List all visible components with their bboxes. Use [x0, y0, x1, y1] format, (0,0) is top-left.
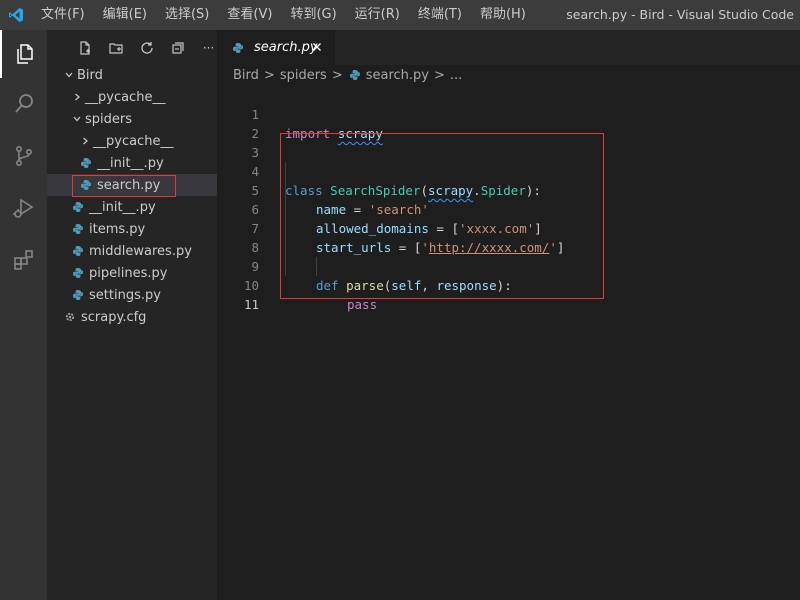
close-icon[interactable] [309, 39, 325, 55]
tab-label: search.py [254, 40, 318, 55]
breadcrumb-item-spiders[interactable]: spiders [280, 68, 327, 83]
menu-terminal[interactable]: 终端(T) [409, 0, 471, 30]
code-line: 1 import scrapy [217, 86, 800, 141]
breadcrumb-item-bird[interactable]: Bird [233, 68, 259, 83]
menu-edit[interactable]: 编辑(E) [94, 0, 156, 30]
breadcrumb-separator: > [434, 67, 445, 83]
menu-go[interactable]: 转到(G) [281, 0, 345, 30]
tree-label: settings.py [89, 287, 161, 303]
editor-tab-bar: search.py [217, 30, 800, 65]
tree-file-items[interactable]: items.py [47, 218, 217, 240]
menu-bar: 文件(F) 编辑(E) 选择(S) 查看(V) 转到(G) 运行(R) 终端(T… [32, 0, 535, 30]
breadcrumb: Bird > spiders > search.py > ... [233, 65, 462, 85]
title-bar: 文件(F) 编辑(E) 选择(S) 查看(V) 转到(G) 运行(R) 终端(T… [0, 0, 800, 30]
source-control-icon[interactable] [0, 132, 47, 180]
python-file-icon [71, 288, 85, 302]
tree-file-init[interactable]: __init__.py [47, 196, 217, 218]
tree-label: scrapy.cfg [81, 309, 147, 325]
run-debug-icon[interactable] [0, 184, 47, 232]
vscode-logo-icon [0, 0, 32, 30]
tree-folder-bird[interactable]: Bird [47, 64, 217, 86]
files-icon[interactable] [0, 30, 47, 78]
tree-label: __pycache__ [85, 89, 166, 105]
tree-file-spiders-init[interactable]: __init__.py [47, 152, 217, 174]
new-folder-icon[interactable] [108, 39, 125, 57]
tree-label: middlewares.py [89, 243, 192, 259]
collapse-all-icon[interactable] [169, 39, 186, 57]
line-number: 11 [243, 297, 259, 312]
activity-bar [0, 30, 47, 600]
code-highlight-box [280, 133, 604, 299]
window-title: search.py - Bird - Visual Studio Code [566, 7, 794, 22]
python-file-icon [231, 41, 245, 55]
python-file-icon [71, 244, 85, 258]
tree-file-pipelines[interactable]: pipelines.py [47, 262, 217, 284]
tree-folder-spiders-pycache[interactable]: __pycache__ [47, 130, 217, 152]
chevron-right-icon [77, 130, 93, 152]
menu-run[interactable]: 运行(R) [346, 0, 409, 30]
chevron-right-icon [69, 86, 85, 108]
tab-search-py[interactable]: search.py [217, 30, 335, 65]
extensions-icon[interactable] [0, 236, 47, 284]
tree-file-scrapy-cfg[interactable]: scrapy.cfg [47, 306, 217, 328]
menu-selection[interactable]: 选择(S) [156, 0, 218, 30]
tree-label: pipelines.py [89, 265, 168, 281]
code-line: 2 [217, 105, 800, 141]
python-file-icon [79, 156, 93, 170]
python-file-icon [71, 222, 85, 236]
tree-label: items.py [89, 221, 146, 237]
tree-label: spiders [85, 111, 133, 127]
tree-file-settings[interactable]: settings.py [47, 284, 217, 306]
python-file-icon [71, 200, 85, 214]
more-icon[interactable]: ··· [200, 39, 217, 57]
tree-file-middlewares[interactable]: middlewares.py [47, 240, 217, 262]
refresh-icon[interactable] [139, 39, 156, 57]
breadcrumb-separator: > [263, 67, 275, 83]
breadcrumb-item-search-py[interactable]: search.py [366, 68, 429, 83]
python-file-icon [348, 68, 362, 82]
new-file-icon[interactable] [77, 39, 94, 57]
tree-folder-pycache[interactable]: __pycache__ [47, 86, 217, 108]
search-icon[interactable] [0, 80, 47, 128]
explorer-sidebar: ··· Bird __pycache__ spiders __pycache__… [47, 30, 217, 600]
search-file-highlight [72, 175, 176, 197]
tree-folder-spiders[interactable]: spiders [47, 108, 217, 130]
menu-help[interactable]: 帮助(H) [471, 0, 535, 30]
breadcrumb-separator: > [331, 67, 343, 83]
tree-label: __pycache__ [93, 133, 174, 149]
explorer-toolbar: ··· [47, 30, 217, 65]
gear-icon [63, 310, 77, 324]
breadcrumb-item-symbols[interactable]: ... [450, 68, 462, 83]
chevron-down-icon [69, 108, 85, 130]
tree-label: __init__.py [97, 155, 164, 171]
keyword: pass [347, 297, 378, 312]
chevron-down-icon [61, 64, 77, 86]
menu-file[interactable]: 文件(F) [32, 0, 94, 30]
tree-label: __init__.py [89, 199, 156, 215]
tree-label: Bird [77, 67, 103, 83]
python-file-icon [71, 266, 85, 280]
menu-view[interactable]: 查看(V) [218, 0, 281, 30]
